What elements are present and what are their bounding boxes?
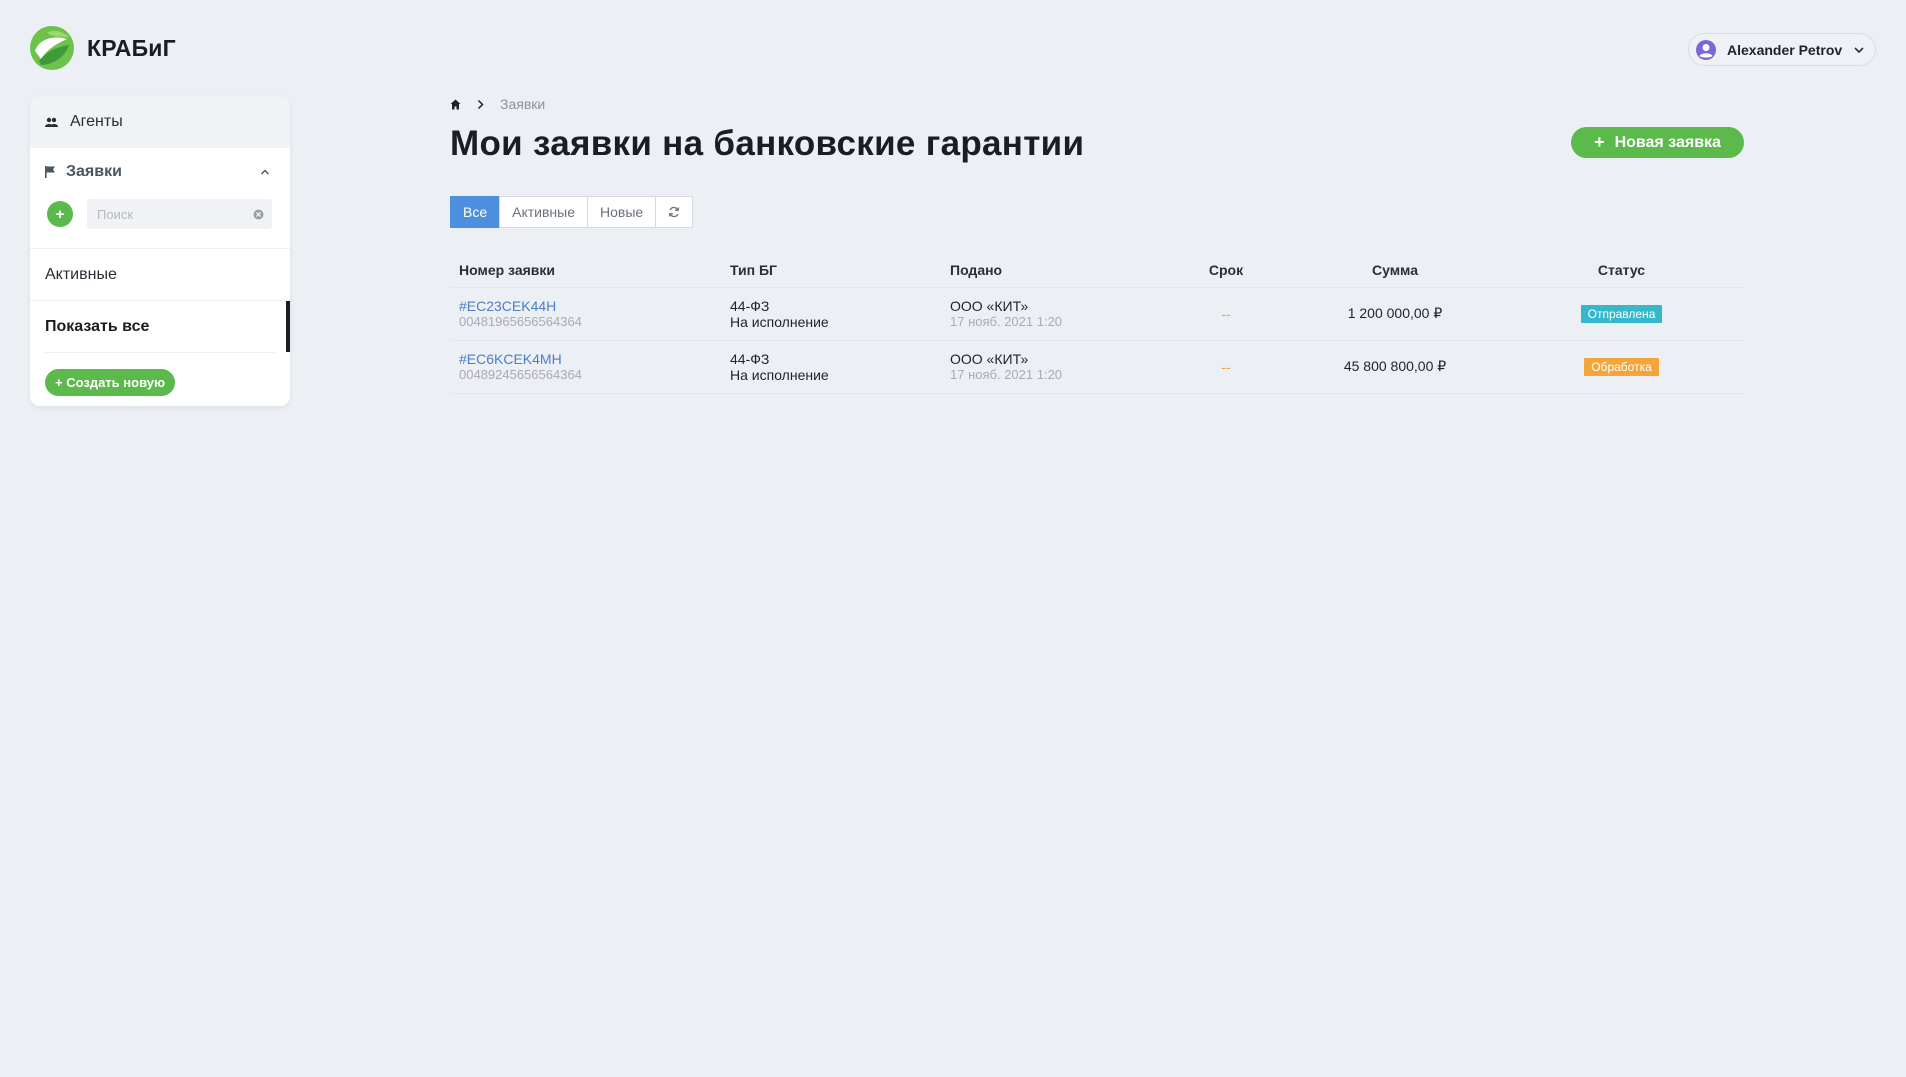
sidebar-search-row: +	[45, 196, 275, 232]
sidebar-item-agents[interactable]: Агенты	[30, 96, 290, 148]
users-icon	[45, 117, 58, 127]
flag-icon	[45, 166, 55, 178]
sidebar-item-active[interactable]: Активные	[30, 248, 290, 300]
refresh-button[interactable]	[655, 196, 694, 228]
chevron-up-icon	[261, 169, 269, 175]
tab-all[interactable]: Все	[450, 196, 501, 228]
filter-tabs: Все Активные Новые	[450, 196, 694, 228]
term-value: --	[1221, 305, 1231, 322]
column-header-type[interactable]: Тип БГ	[721, 253, 941, 288]
amount-value: 45 800 800,00 ₽	[1343, 358, 1447, 374]
clear-icon[interactable]	[253, 209, 264, 220]
sidebar-create-wrap: + Создать новую	[45, 352, 275, 396]
sidebar-item-label: Активные	[45, 265, 117, 283]
home-icon[interactable]	[450, 99, 461, 110]
sidebar-item-show-all[interactable]: Показать все	[30, 300, 290, 352]
organization: ООО «КИТ»	[950, 351, 1029, 367]
guarantee-type: 44-ФЗ	[730, 350, 770, 367]
search-input[interactable]	[87, 199, 272, 229]
term-value: --	[1221, 358, 1231, 375]
column-header-term[interactable]: Срок	[1161, 253, 1291, 288]
order-number-link[interactable]: #EC6KCEK4MH	[459, 351, 721, 367]
tab-active[interactable]: Активные	[499, 196, 588, 228]
submitted-date: 17 нояб. 2021 1:20	[950, 367, 1063, 382]
guarantee-subtype: На исполнение	[730, 313, 829, 330]
sidebar-item-label: Показать все	[45, 317, 150, 335]
refresh-icon	[669, 206, 680, 218]
column-header-status[interactable]: Статус	[1499, 253, 1744, 288]
column-header-amount[interactable]: Сумма	[1291, 253, 1499, 288]
status-badge: Обработка	[1584, 357, 1659, 376]
sidebar-item-label: Агенты	[70, 113, 123, 130]
sidebar-search	[87, 199, 272, 229]
user-menu[interactable]: Alexander Petrov	[1688, 33, 1876, 66]
sidebar-section-label: Заявки	[66, 163, 122, 180]
submitted-date: 17 нояб. 2021 1:20	[950, 314, 1063, 329]
table-row[interactable]: #EC6KCEK4MH 00489245656564364 44-ФЗ На и…	[450, 340, 1744, 394]
new-order-button[interactable]: + Новая заявка	[1571, 127, 1744, 158]
column-header-number[interactable]: Номер заявки	[450, 253, 721, 288]
order-subnumber: 00481965656564364	[459, 314, 582, 329]
order-number-link[interactable]: #EC23CEK44H	[459, 298, 721, 314]
status-badge: Отправлена	[1580, 304, 1663, 323]
new-order-label: Новая заявка	[1614, 133, 1721, 151]
user-avatar-icon	[1696, 39, 1716, 60]
plus-icon: +	[1594, 132, 1605, 152]
breadcrumb: Заявки	[450, 96, 545, 112]
order-subnumber: 00489245656564364	[459, 367, 582, 382]
tab-new[interactable]: Новые	[587, 196, 657, 228]
sidebar-section-header[interactable]: Заявки	[45, 148, 275, 196]
brand-name: КРАБиГ	[87, 34, 176, 61]
sidebar: Агенты Заявки + Активные	[30, 96, 290, 406]
brand-logo[interactable]: КРАБиГ	[29, 25, 176, 71]
create-new-button[interactable]: + Создать новую	[45, 369, 176, 396]
organization: ООО «КИТ»	[950, 298, 1029, 314]
table-row[interactable]: #EC23CEK44H 00481965656564364 44-ФЗ На и…	[450, 287, 1744, 341]
sidebar-section-orders: Заявки +	[30, 148, 290, 232]
chevron-down-icon	[1854, 46, 1864, 53]
amount-value: 1 200 000,00 ₽	[1347, 305, 1443, 321]
chevron-right-icon	[477, 99, 484, 109]
orders-table: Номер заявки Тип БГ Подано Срок Сумма Ст…	[450, 253, 1744, 394]
table-header-row: Номер заявки Тип БГ Подано Срок Сумма Ст…	[450, 253, 1744, 288]
add-button[interactable]: +	[47, 201, 73, 227]
leaf-logo-icon	[30, 26, 74, 70]
guarantee-type: 44-ФЗ	[730, 297, 770, 314]
breadcrumb-current: Заявки	[500, 96, 546, 112]
page-title: Мои заявки на банковские гарантии	[450, 124, 1085, 163]
guarantee-subtype: На исполнение	[730, 366, 829, 383]
column-header-submitted[interactable]: Подано	[941, 253, 1161, 288]
user-name: Alexander Petrov	[1727, 41, 1843, 58]
